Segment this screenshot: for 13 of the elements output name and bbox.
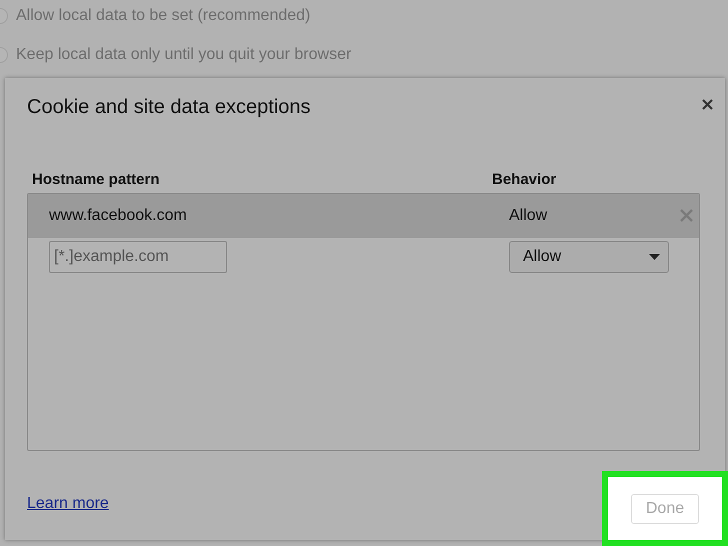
hostname-text: www.facebook.com xyxy=(49,207,188,225)
option-label: Allow local data to be set (recommended) xyxy=(16,7,310,25)
dialog-title: Cookie and site data exceptions xyxy=(27,96,311,119)
close-icon[interactable] xyxy=(702,99,713,110)
column-header: Behavior xyxy=(492,171,556,190)
list-row[interactable]: www.facebook.com Allow xyxy=(28,194,699,238)
learn-more-link[interactable]: Learn more xyxy=(27,495,109,513)
caret-icon xyxy=(649,254,660,260)
column-header: Hostname pattern xyxy=(32,171,161,190)
option-label: Keep local data only until you quit your browser xyxy=(16,46,352,64)
hostname-input[interactable]: [*.]example.com xyxy=(49,241,227,273)
behavior-dropdown[interactable]: Allow xyxy=(509,241,669,273)
behavior-text: Allow xyxy=(509,207,548,225)
